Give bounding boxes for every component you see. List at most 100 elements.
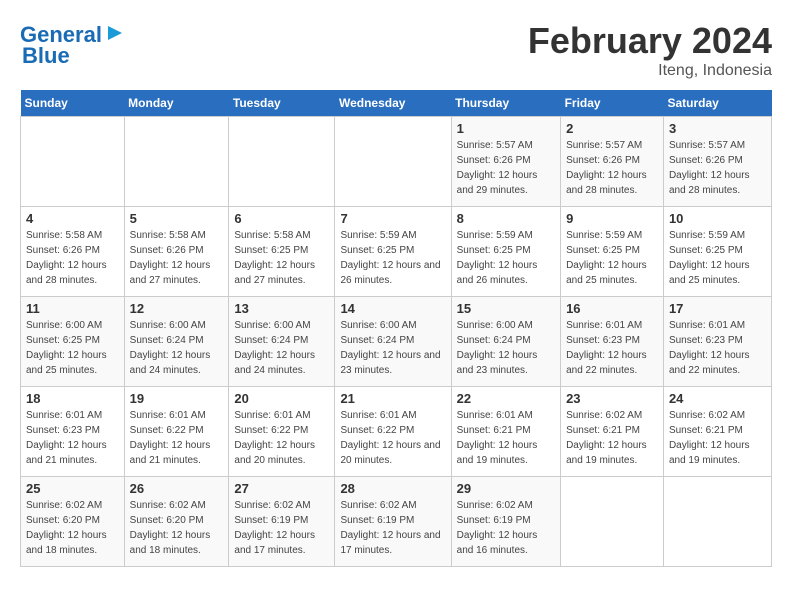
day-number: 28 — [340, 481, 445, 496]
weekday-header-sunday: Sunday — [21, 90, 125, 117]
calendar-cell: 8 Sunrise: 5:59 AMSunset: 6:25 PMDaylight… — [451, 207, 560, 297]
day-info: Sunrise: 6:02 AMSunset: 6:21 PMDaylight:… — [566, 408, 658, 468]
calendar-cell: 22 Sunrise: 6:01 AMSunset: 6:21 PMDayligh… — [451, 387, 560, 477]
calendar-cell: 25Sunrise: 6:02 AMSunset: 6:20 PMDayligh… — [21, 477, 125, 567]
day-number: 18 — [26, 391, 119, 406]
logo-blue-text: Blue — [22, 45, 70, 67]
day-info: Sunrise: 6:00 AMSunset: 6:25 PMDaylight:… — [26, 318, 119, 378]
calendar-cell: 11 Sunrise: 6:00 AMSunset: 6:25 PMDayligh… — [21, 297, 125, 387]
day-info: Sunrise: 6:01 AMSunset: 6:23 PMDaylight:… — [669, 318, 766, 378]
day-number: 7 — [340, 211, 445, 226]
day-number: 16 — [566, 301, 658, 316]
calendar-cell: 13 Sunrise: 6:00 AMSunset: 6:24 PMDayligh… — [229, 297, 335, 387]
day-number: 29 — [457, 481, 555, 496]
calendar-cell: 21Sunrise: 6:01 AMSunset: 6:22 PMDayligh… — [335, 387, 451, 477]
day-info: Sunrise: 6:01 AMSunset: 6:23 PMDaylight:… — [566, 318, 658, 378]
weekday-header-tuesday: Tuesday — [229, 90, 335, 117]
day-info: Sunrise: 6:02 AMSunset: 6:21 PMDaylight:… — [669, 408, 766, 468]
calendar-cell: 20 Sunrise: 6:01 AMSunset: 6:22 PMDayligh… — [229, 387, 335, 477]
day-number: 21 — [340, 391, 445, 406]
calendar-cell: 6 Sunrise: 5:58 AMSunset: 6:25 PMDaylight… — [229, 207, 335, 297]
weekday-header-saturday: Saturday — [663, 90, 771, 117]
calendar-cell: 14Sunrise: 6:00 AMSunset: 6:24 PMDayligh… — [335, 297, 451, 387]
day-number: 27 — [234, 481, 329, 496]
day-number: 8 — [457, 211, 555, 226]
day-info: Sunrise: 6:01 AMSunset: 6:22 PMDaylight:… — [130, 408, 224, 468]
calendar-cell: 5Sunrise: 5:58 AMSunset: 6:26 PMDaylight… — [124, 207, 229, 297]
day-info: Sunrise: 6:00 AMSunset: 6:24 PMDaylight:… — [234, 318, 329, 378]
calendar-cell — [561, 477, 664, 567]
calendar-cell: 12Sunrise: 6:00 AMSunset: 6:24 PMDayligh… — [124, 297, 229, 387]
calendar-cell: 1 Sunrise: 5:57 AMSunset: 6:26 PMDaylight… — [451, 117, 560, 207]
day-number: 3 — [669, 121, 766, 136]
calendar-week-row: 1 Sunrise: 5:57 AMSunset: 6:26 PMDaylight… — [21, 117, 772, 207]
calendar-table: SundayMondayTuesdayWednesdayThursdayFrid… — [20, 90, 772, 567]
weekday-header-thursday: Thursday — [451, 90, 560, 117]
day-number: 9 — [566, 211, 658, 226]
calendar-cell — [663, 477, 771, 567]
day-number: 6 — [234, 211, 329, 226]
day-number: 1 — [457, 121, 555, 136]
day-number: 15 — [457, 301, 555, 316]
day-info: Sunrise: 6:01 AMSunset: 6:22 PMDaylight:… — [234, 408, 329, 468]
calendar-cell: 29 Sunrise: 6:02 AMSunset: 6:19 PMDayligh… — [451, 477, 560, 567]
calendar-cell: 27Sunrise: 6:02 AMSunset: 6:19 PMDayligh… — [229, 477, 335, 567]
day-number: 24 — [669, 391, 766, 406]
day-number: 4 — [26, 211, 119, 226]
calendar-cell — [229, 117, 335, 207]
calendar-cell: 18 Sunrise: 6:01 AMSunset: 6:23 PMDayligh… — [21, 387, 125, 477]
calendar-week-row: 4 Sunrise: 5:58 AMSunset: 6:26 PMDaylight… — [21, 207, 772, 297]
day-info: Sunrise: 6:01 AMSunset: 6:23 PMDaylight:… — [26, 408, 119, 468]
calendar-cell: 24 Sunrise: 6:02 AMSunset: 6:21 PMDayligh… — [663, 387, 771, 477]
weekday-header-row: SundayMondayTuesdayWednesdayThursdayFrid… — [21, 90, 772, 117]
calendar-week-row: 25Sunrise: 6:02 AMSunset: 6:20 PMDayligh… — [21, 477, 772, 567]
calendar-cell: 16 Sunrise: 6:01 AMSunset: 6:23 PMDayligh… — [561, 297, 664, 387]
day-info: Sunrise: 5:57 AMSunset: 6:26 PMDaylight:… — [566, 138, 658, 198]
page-header: General Blue February 2024 Iteng, Indone… — [20, 20, 772, 80]
day-info: Sunrise: 5:57 AMSunset: 6:26 PMDaylight:… — [669, 138, 766, 198]
calendar-title: February 2024 — [528, 20, 772, 62]
calendar-cell: 2Sunrise: 5:57 AMSunset: 6:26 PMDaylight… — [561, 117, 664, 207]
calendar-cell: 7 Sunrise: 5:59 AMSunset: 6:25 PMDaylight… — [335, 207, 451, 297]
day-info: Sunrise: 5:59 AMSunset: 6:25 PMDaylight:… — [457, 228, 555, 288]
day-number: 12 — [130, 301, 224, 316]
logo-arrow-icon — [104, 22, 126, 44]
day-number: 23 — [566, 391, 658, 406]
day-number: 14 — [340, 301, 445, 316]
title-block: February 2024 Iteng, Indonesia — [528, 20, 772, 80]
calendar-cell: 3 Sunrise: 5:57 AMSunset: 6:26 PMDaylight… — [663, 117, 771, 207]
day-number: 13 — [234, 301, 329, 316]
day-info: Sunrise: 6:01 AMSunset: 6:21 PMDaylight:… — [457, 408, 555, 468]
day-number: 5 — [130, 211, 224, 226]
day-info: Sunrise: 5:59 AMSunset: 6:25 PMDaylight:… — [566, 228, 658, 288]
calendar-cell — [124, 117, 229, 207]
calendar-body: 1 Sunrise: 5:57 AMSunset: 6:26 PMDaylight… — [21, 117, 772, 567]
calendar-cell: 26 Sunrise: 6:02 AMSunset: 6:20 PMDayligh… — [124, 477, 229, 567]
day-number: 19 — [130, 391, 224, 406]
day-number: 22 — [457, 391, 555, 406]
day-info: Sunrise: 6:02 AMSunset: 6:20 PMDaylight:… — [26, 498, 119, 558]
calendar-header: SundayMondayTuesdayWednesdayThursdayFrid… — [21, 90, 772, 117]
weekday-header-friday: Friday — [561, 90, 664, 117]
day-info: Sunrise: 6:02 AMSunset: 6:19 PMDaylight:… — [457, 498, 555, 558]
day-number: 17 — [669, 301, 766, 316]
day-info: Sunrise: 5:59 AMSunset: 6:25 PMDaylight:… — [669, 228, 766, 288]
day-number: 20 — [234, 391, 329, 406]
calendar-cell: 15Sunrise: 6:00 AMSunset: 6:24 PMDayligh… — [451, 297, 560, 387]
calendar-cell: 17 Sunrise: 6:01 AMSunset: 6:23 PMDayligh… — [663, 297, 771, 387]
day-number: 26 — [130, 481, 224, 496]
calendar-cell — [335, 117, 451, 207]
day-info: Sunrise: 5:59 AMSunset: 6:25 PMDaylight:… — [340, 228, 445, 288]
day-number: 10 — [669, 211, 766, 226]
calendar-location: Iteng, Indonesia — [528, 62, 772, 80]
day-info: Sunrise: 5:58 AMSunset: 6:25 PMDaylight:… — [234, 228, 329, 288]
day-number: 11 — [26, 301, 119, 316]
day-info: Sunrise: 5:57 AMSunset: 6:26 PMDaylight:… — [457, 138, 555, 198]
calendar-cell: 23 Sunrise: 6:02 AMSunset: 6:21 PMDayligh… — [561, 387, 664, 477]
calendar-cell: 4 Sunrise: 5:58 AMSunset: 6:26 PMDaylight… — [21, 207, 125, 297]
day-info: Sunrise: 6:02 AMSunset: 6:20 PMDaylight:… — [130, 498, 224, 558]
day-info: Sunrise: 5:58 AMSunset: 6:26 PMDaylight:… — [26, 228, 119, 288]
calendar-cell: 9 Sunrise: 5:59 AMSunset: 6:25 PMDaylight… — [561, 207, 664, 297]
weekday-header-monday: Monday — [124, 90, 229, 117]
calendar-week-row: 18 Sunrise: 6:01 AMSunset: 6:23 PMDayligh… — [21, 387, 772, 477]
